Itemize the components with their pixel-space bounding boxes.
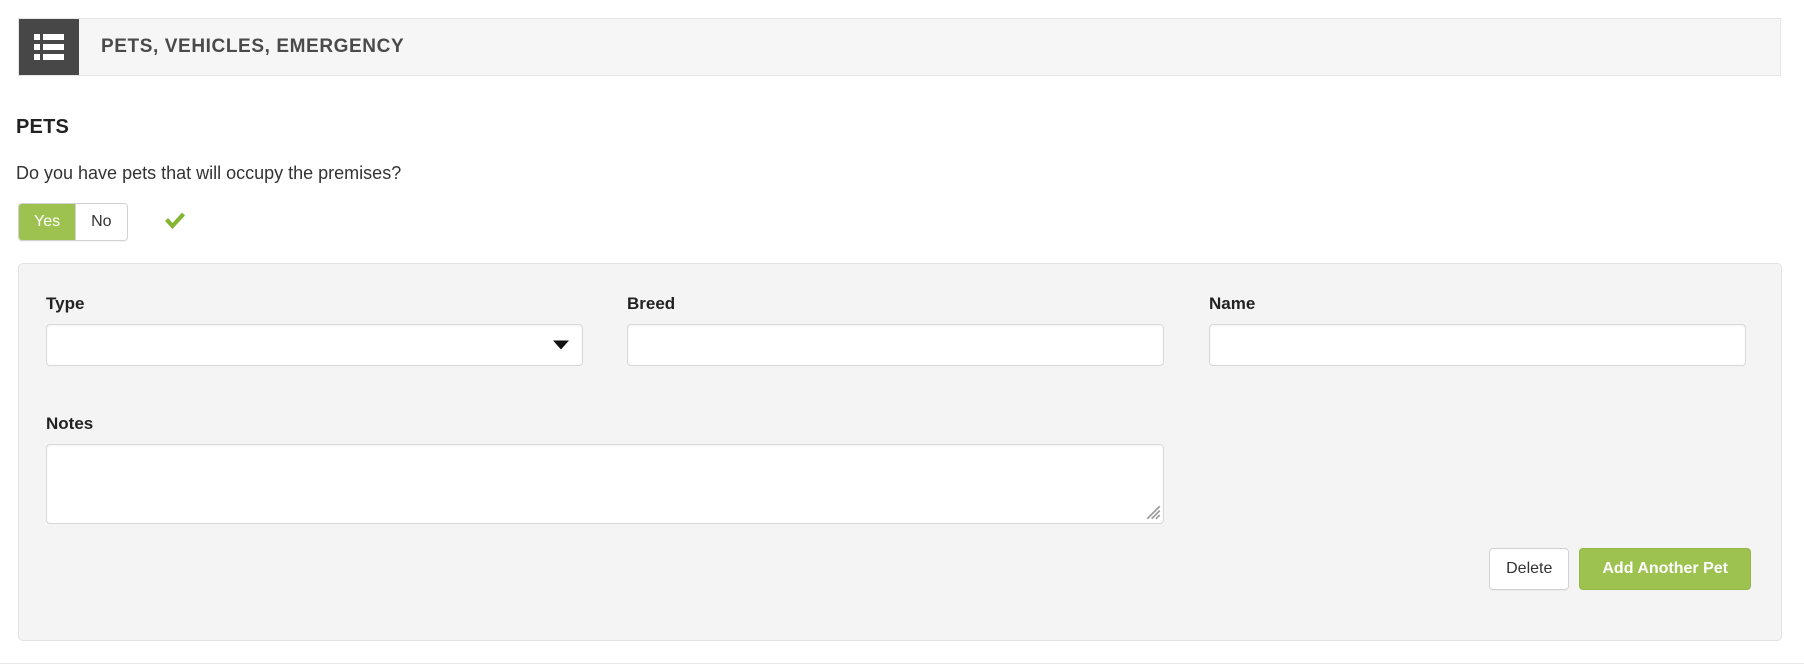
check-icon bbox=[160, 203, 190, 239]
pet-notes-field: Notes bbox=[46, 414, 1164, 524]
pet-name-label: Name bbox=[1209, 294, 1256, 313]
pets-heading: PETS bbox=[16, 116, 70, 138]
pet-notes-label: Notes bbox=[46, 414, 94, 433]
pet-type-field: Type bbox=[46, 294, 583, 366]
pet-name-field: Name bbox=[1209, 294, 1746, 366]
pet-type-label: Type bbox=[46, 294, 85, 313]
section-header: PETS, VEHICLES, EMERGENCY bbox=[18, 18, 1781, 76]
pet-type-select-wrapper[interactable] bbox=[46, 324, 583, 366]
pets-question-label: Do you have pets that will occupy the pr… bbox=[16, 163, 402, 183]
pet-breed-label: Breed bbox=[627, 294, 676, 313]
delete-pet-button[interactable]: Delete bbox=[1489, 548, 1570, 590]
pet-breed-input[interactable] bbox=[627, 324, 1164, 366]
pets-yes-no-toggle[interactable]: Yes No bbox=[18, 203, 128, 241]
pet-name-input[interactable] bbox=[1209, 324, 1746, 366]
list-icon-container bbox=[19, 19, 79, 75]
list-icon bbox=[34, 34, 64, 60]
pets-vehicles-emergency-page: PETS, VEHICLES, EMERGENCY PETS Do you ha… bbox=[0, 0, 1804, 664]
pet-panel-actions: Delete Add Another Pet bbox=[1489, 548, 1751, 590]
section-header-title: PETS, VEHICLES, EMERGENCY bbox=[101, 36, 405, 57]
pets-toggle-yes[interactable]: Yes bbox=[19, 204, 76, 240]
pets-toggle-no[interactable]: No bbox=[75, 204, 127, 240]
pet-notes-area bbox=[46, 444, 1164, 524]
pet-breed-field: Breed bbox=[627, 294, 1164, 366]
pet-notes-textarea[interactable] bbox=[46, 444, 1164, 524]
pet-type-select[interactable] bbox=[46, 324, 583, 366]
add-another-pet-button[interactable]: Add Another Pet bbox=[1579, 548, 1751, 590]
pet-entry-panel: Type Breed Name Notes Delete Add Another… bbox=[18, 263, 1782, 641]
